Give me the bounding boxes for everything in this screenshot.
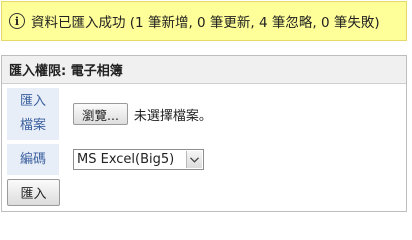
notice-text: 資料已匯入成功 (1 筆新增, 0 筆更新, 4 筆忽略, 0 筆失敗): [31, 15, 380, 31]
file-label: 匯入 檔案: [7, 88, 59, 140]
file-label-line1: 匯入: [19, 94, 46, 109]
panel-title: 匯入權限: 電子相簿: [2, 56, 406, 84]
import-submit-button[interactable]: 匯入: [7, 179, 60, 206]
browse-button[interactable]: 瀏覽...: [73, 103, 128, 125]
info-icon: i: [9, 13, 25, 29]
encoding-select[interactable]: MS Excel(Big5): [73, 149, 204, 170]
encoding-label: 編碼: [7, 144, 59, 175]
encoding-row: 編碼 MS Excel(Big5): [7, 144, 402, 175]
file-row: 匯入 檔案 瀏覽... 未選擇檔案。: [7, 88, 402, 140]
encoding-selected-value: MS Excel(Big5): [77, 152, 175, 167]
import-result-notice: i 資料已匯入成功 (1 筆新增, 0 筆更新, 4 筆忽略, 0 筆失敗): [1, 1, 407, 41]
encoding-select-cell: MS Excel(Big5): [59, 144, 402, 175]
file-status-text: 未選擇檔案。: [133, 108, 212, 124]
file-label-line2: 檔案: [19, 118, 46, 133]
chevron-down-icon[interactable]: [186, 151, 202, 168]
import-permission-panel: 匯入權限: 電子相簿 匯入 檔案 瀏覽... 未選擇檔案。 編碼 MS Exce…: [1, 55, 407, 212]
file-input-cell: 瀏覽... 未選擇檔案。: [59, 88, 402, 140]
